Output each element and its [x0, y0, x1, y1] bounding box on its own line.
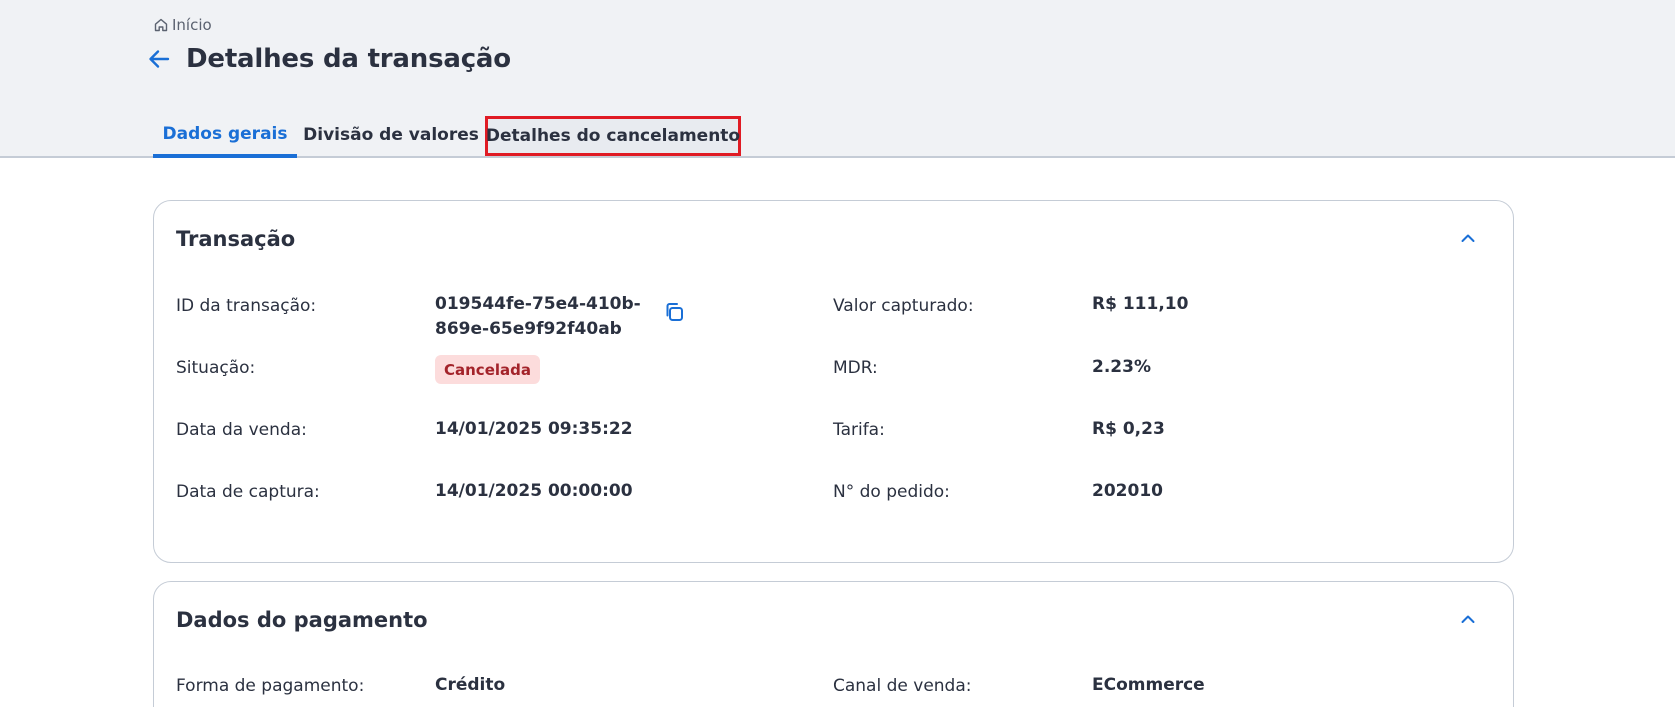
pagamento-card-title: Dados do pagamento	[176, 608, 428, 632]
numero-pedido-label: N° do pedido:	[833, 482, 950, 502]
tarifa-label: Tarifa:	[833, 420, 885, 440]
page-header: Início Detalhes da transação Dados gerai…	[0, 0, 1675, 158]
situacao-label: Situação:	[176, 358, 256, 378]
page-title: Detalhes da transação	[186, 44, 511, 74]
numero-pedido-value: 202010	[1092, 481, 1163, 501]
pagamento-card: Dados do pagamento Forma de pagamento: C…	[153, 581, 1514, 707]
mdr-label: MDR:	[833, 358, 878, 378]
tarifa-value: R$ 0,23	[1092, 419, 1165, 439]
forma-pagamento-label: Forma de pagamento:	[176, 676, 365, 696]
transacao-card-title: Transação	[176, 227, 296, 251]
transacao-card: Transação ID da transação: 019544fe-75e4…	[153, 200, 1514, 563]
breadcrumb[interactable]: Início	[153, 16, 212, 34]
breadcrumb-home-label[interactable]: Início	[172, 16, 212, 34]
data-captura-value: 14/01/2025 00:00:00	[435, 481, 633, 501]
tab-detalhes-do-cancelamento[interactable]: Detalhes do cancelamento	[485, 116, 741, 156]
tab-bar: Dados gerais Divisão de valores Detalhes…	[153, 112, 741, 158]
data-captura-label: Data de captura:	[176, 482, 320, 502]
tab-dados-gerais[interactable]: Dados gerais	[153, 111, 297, 158]
status-badge: Cancelada	[435, 355, 540, 384]
id-transacao-value-line1: 019544fe-75e4-410b-	[435, 294, 641, 314]
back-button[interactable]	[146, 46, 172, 72]
tab-divisao-de-valores[interactable]: Divisão de valores	[297, 112, 485, 158]
data-venda-label: Data da venda:	[176, 420, 307, 440]
forma-pagamento-value: Crédito	[435, 675, 506, 695]
id-transacao-value-line2: 869e-65e9f92f40ab	[435, 319, 622, 339]
data-venda-value: 14/01/2025 09:35:22	[435, 419, 633, 439]
arrow-left-icon	[149, 50, 170, 68]
mdr-value: 2.23%	[1092, 357, 1151, 377]
home-icon	[154, 18, 168, 32]
copy-icon[interactable]	[663, 301, 685, 323]
canal-venda-value: ECommerce	[1092, 675, 1205, 695]
chevron-up-icon[interactable]	[1459, 610, 1477, 628]
valor-capturado-label: Valor capturado:	[833, 296, 974, 316]
canal-venda-label: Canal de venda:	[833, 676, 972, 696]
id-transacao-label: ID da transação:	[176, 296, 317, 316]
valor-capturado-value: R$ 111,10	[1092, 294, 1189, 314]
chevron-up-icon[interactable]	[1459, 229, 1477, 247]
